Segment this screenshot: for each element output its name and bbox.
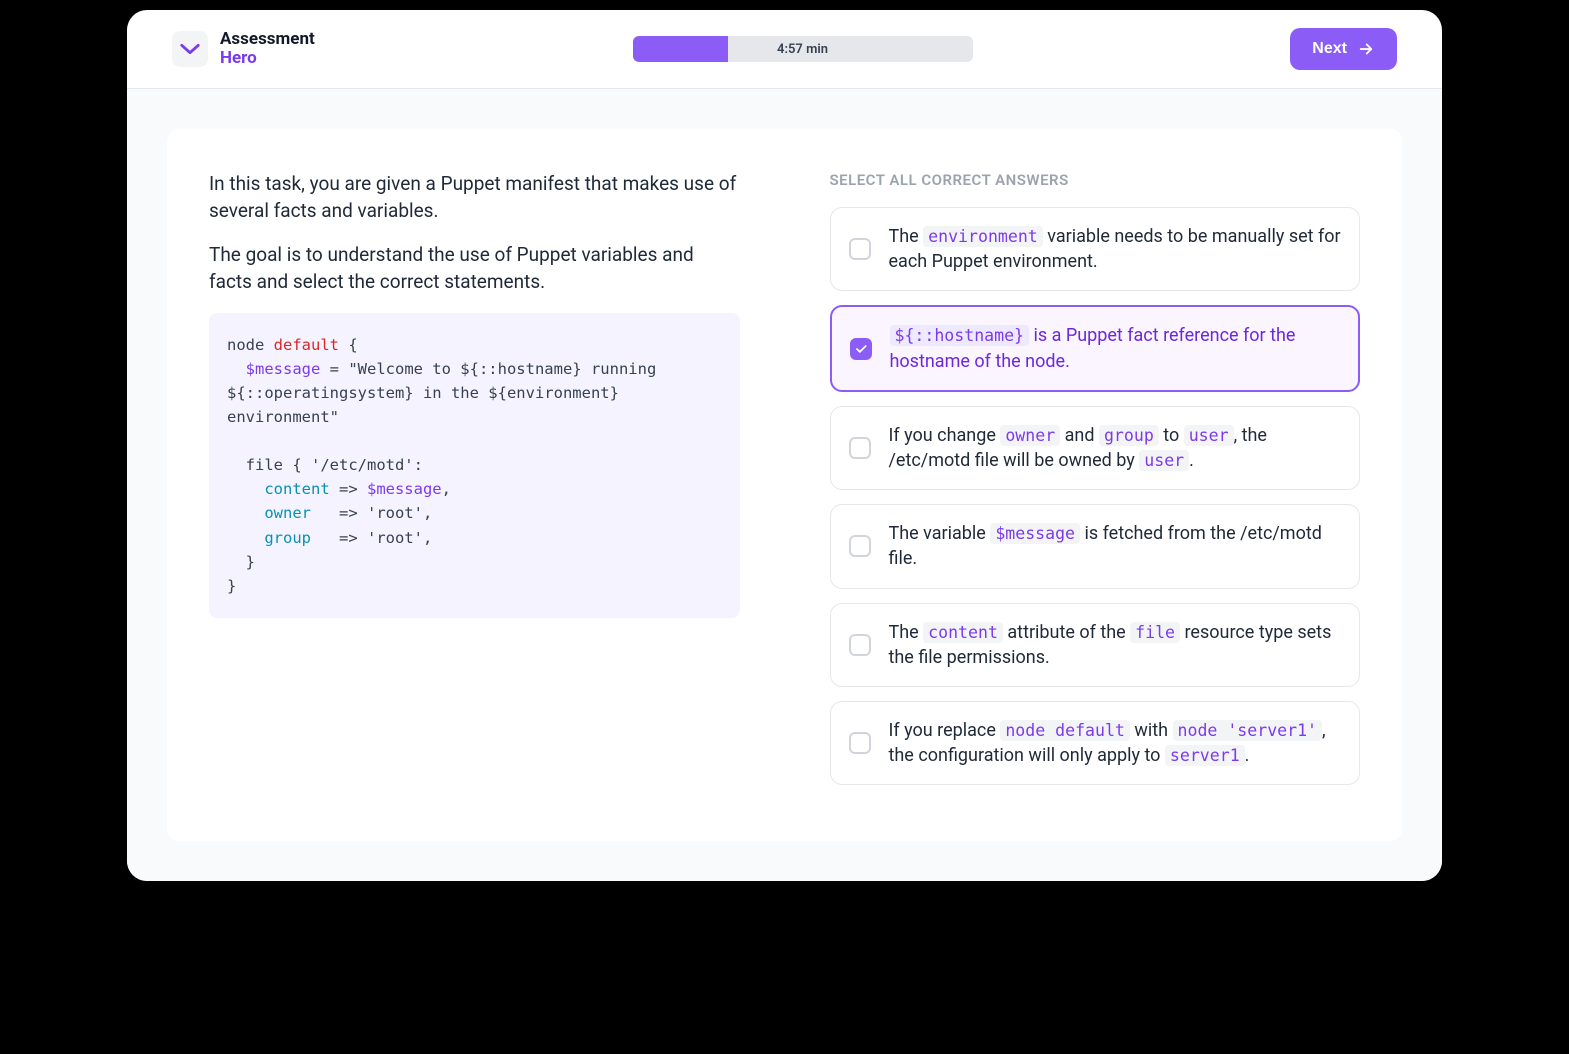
question-column: In this task, you are given a Puppet man… xyxy=(209,171,740,799)
question-card: In this task, you are given a Puppet man… xyxy=(167,129,1402,841)
timer-progress-bar: 4:57 min xyxy=(633,36,973,62)
answer-text-1: The environment variable needs to be man… xyxy=(889,224,1342,274)
answer-checkbox-3[interactable] xyxy=(849,437,871,459)
next-button[interactable]: Next xyxy=(1290,28,1397,70)
app-window: Assessment Hero 4:57 min Next In this ta… xyxy=(127,10,1442,881)
arrow-right-icon xyxy=(1357,40,1375,58)
next-button-label: Next xyxy=(1312,40,1347,58)
answer-option-2[interactable]: ${::hostname} is a Puppet fact reference… xyxy=(830,305,1361,391)
answer-text-2: ${::hostname} is a Puppet fact reference… xyxy=(890,323,1341,373)
answer-text-3: If you change owner and group to user, t… xyxy=(889,423,1342,473)
check-icon xyxy=(854,342,868,356)
answer-option-5[interactable]: The content attribute of the file resour… xyxy=(830,603,1361,687)
code-block: node default { $message = "Welcome to ${… xyxy=(209,313,740,617)
answer-text-4: The variable $message is fetched from th… xyxy=(889,521,1342,571)
answer-option-6[interactable]: If you replace node default with node 's… xyxy=(830,701,1361,785)
answer-checkbox-6[interactable] xyxy=(849,732,871,754)
timer-text: 4:57 min xyxy=(633,42,973,57)
answer-checkbox-2[interactable] xyxy=(850,338,872,360)
answer-checkbox-1[interactable] xyxy=(849,238,871,260)
content-area: In this task, you are given a Puppet man… xyxy=(127,89,1442,881)
answer-option-4[interactable]: The variable $message is fetched from th… xyxy=(830,504,1361,588)
brand-logo: Assessment Hero xyxy=(172,30,315,67)
answers-column: SELECT ALL CORRECT ANSWERS The environme… xyxy=(830,171,1361,799)
brand-name-line2: Hero xyxy=(220,49,315,68)
brand-logo-icon xyxy=(172,31,208,67)
answer-checkbox-4[interactable] xyxy=(849,535,871,557)
brand-name-line1: Assessment xyxy=(220,30,315,49)
header-bar: Assessment Hero 4:57 min Next xyxy=(127,10,1442,89)
answer-option-3[interactable]: If you change owner and group to user, t… xyxy=(830,406,1361,490)
intro-paragraph-2: The goal is to understand the use of Pup… xyxy=(209,242,740,295)
answer-text-6: If you replace node default with node 's… xyxy=(889,718,1342,768)
answer-checkbox-5[interactable] xyxy=(849,634,871,656)
intro-paragraph-1: In this task, you are given a Puppet man… xyxy=(209,171,740,224)
answers-heading: SELECT ALL CORRECT ANSWERS xyxy=(830,171,1361,189)
answer-text-5: The content attribute of the file resour… xyxy=(889,620,1342,670)
answer-option-1[interactable]: The environment variable needs to be man… xyxy=(830,207,1361,291)
